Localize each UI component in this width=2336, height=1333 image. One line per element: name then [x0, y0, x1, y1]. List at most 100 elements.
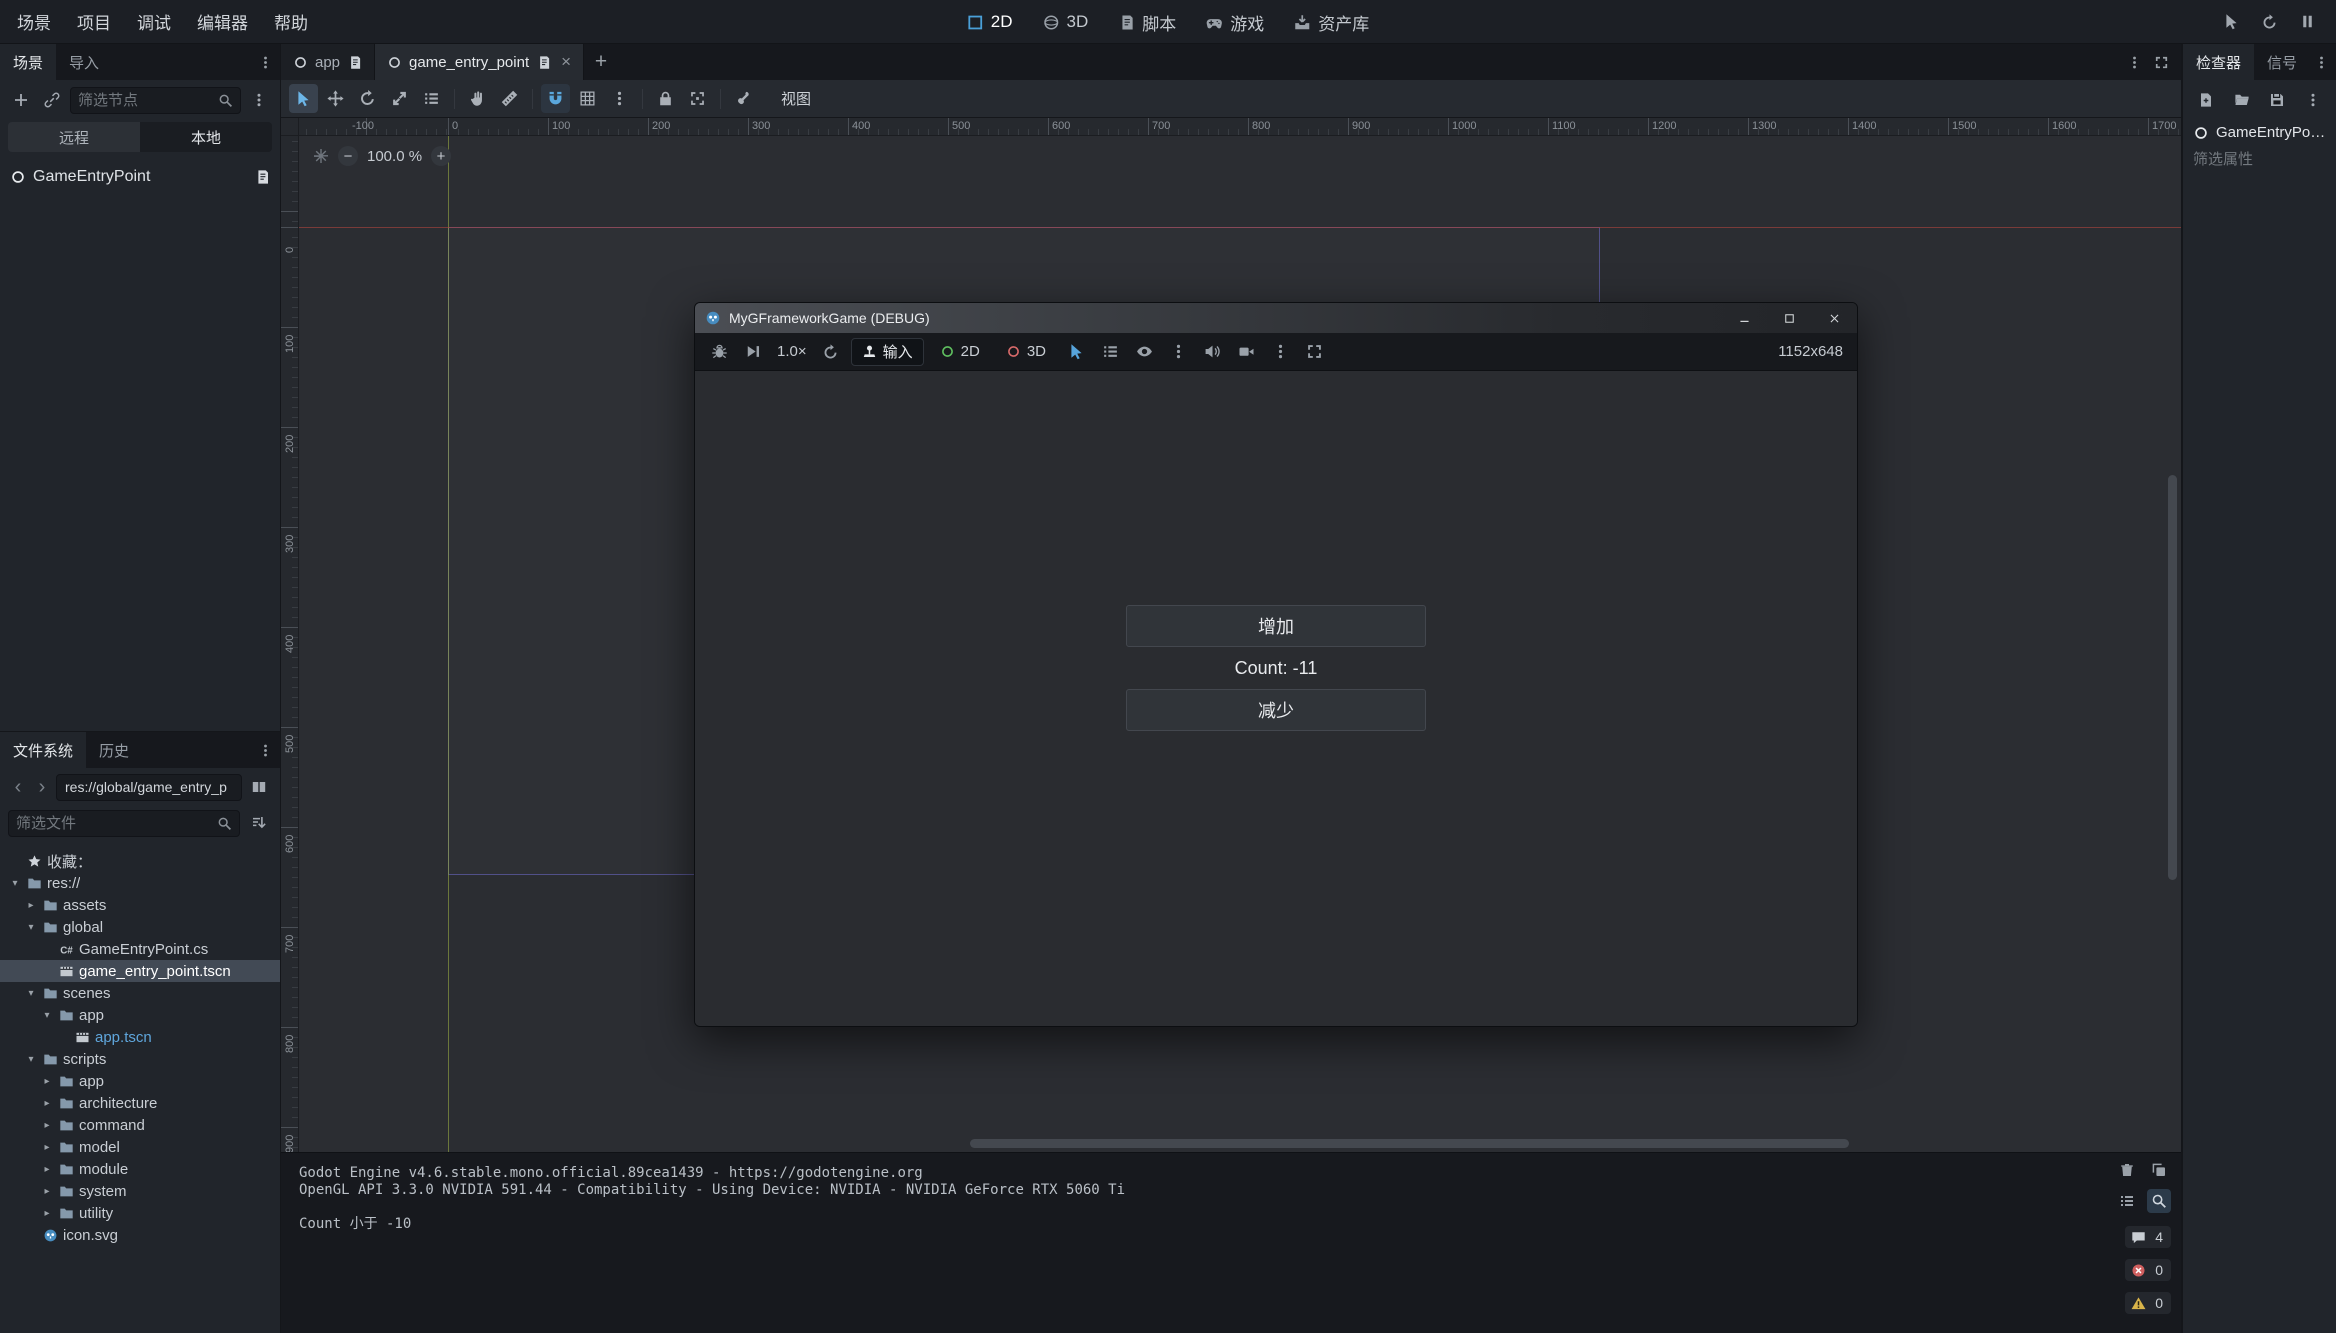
minimize-button[interactable]	[1722, 303, 1767, 333]
zoom-level[interactable]: 100.0 %	[367, 148, 422, 165]
mute-audio-button[interactable]	[1198, 338, 1226, 366]
load-resource-button[interactable]	[2229, 87, 2255, 113]
filter-files-field[interactable]	[8, 810, 240, 837]
smart-snap-toggle[interactable]	[541, 84, 570, 113]
expand-arrow-icon[interactable]: ▾	[24, 922, 38, 933]
2d-viewport-canvas[interactable]: − 100.0 % + MyGFrameworkGame (DEBUG) 1.0…	[299, 136, 2181, 1152]
close-tab-icon[interactable]: ×	[561, 52, 571, 72]
expand-arrow-icon[interactable]: ▾	[24, 1054, 38, 1065]
game-pick-button[interactable]	[2216, 7, 2246, 37]
save-resource-button[interactable]	[2265, 87, 2291, 113]
warnings-filter-badge[interactable]: 0	[2125, 1292, 2171, 1314]
fs-item-app.tscn[interactable]: app.tscn	[0, 1026, 280, 1048]
expand-arrow-icon[interactable]: ▸	[24, 900, 38, 911]
pan-mode-tool[interactable]	[463, 84, 492, 113]
game-restart-button[interactable]	[2254, 7, 2284, 37]
debug-options-menu[interactable]	[705, 338, 733, 366]
game-window-titlebar[interactable]: MyGFrameworkGame (DEBUG)	[695, 303, 1857, 333]
inspector-dock-tab-1[interactable]: 检查器	[2183, 44, 2254, 80]
list-select-tool[interactable]	[417, 84, 446, 113]
group-node-button[interactable]	[683, 84, 712, 113]
distraction-free-icon[interactable]	[2154, 55, 2169, 70]
lock-node-button[interactable]	[651, 84, 680, 113]
zoom-in-button[interactable]: +	[431, 146, 451, 166]
clear-output-button[interactable]	[2115, 1158, 2139, 1182]
workspace-script[interactable]: 脚本	[1104, 0, 1190, 44]
copy-output-button[interactable]	[2147, 1158, 2171, 1182]
expand-arrow-icon[interactable]: ▸	[40, 1186, 54, 1197]
sort-files-button[interactable]	[246, 810, 272, 836]
rotate-mode-tool[interactable]	[353, 84, 382, 113]
scene-tab-game_entry_point[interactable]: game_entry_point×	[375, 44, 584, 80]
horizontal-scrollbar[interactable]	[970, 1139, 1849, 1148]
new-scene-tab-button[interactable]: +	[584, 44, 618, 80]
scene-dock-tab-2[interactable]: 导入	[56, 44, 112, 80]
camera-options-menu[interactable]	[1266, 338, 1294, 366]
workspace-game[interactable]: 游戏	[1192, 0, 1278, 44]
fs-item-assets[interactable]: ▸assets	[0, 894, 280, 916]
close-button[interactable]	[1812, 303, 1857, 333]
reset-time-scale-button[interactable]	[817, 338, 845, 366]
filter-nodes-input[interactable]	[78, 92, 213, 109]
game-pause-button[interactable]	[2292, 7, 2322, 37]
camera-override-button[interactable]	[1232, 338, 1260, 366]
resource-options-menu[interactable]	[2300, 87, 2326, 113]
fs-item-scripts[interactable]: ▾scripts	[0, 1048, 280, 1070]
workspace-3d[interactable]: 3D	[1029, 0, 1103, 44]
camera-2d-toggle[interactable]: 2D	[930, 338, 990, 366]
inspector-dock-tab-2[interactable]: 信号	[2254, 44, 2310, 80]
errors-filter-badge[interactable]: 0	[2125, 1259, 2171, 1281]
input-mode-toggle[interactable]: 输入	[851, 338, 924, 366]
fs-item-model[interactable]: ▸model	[0, 1136, 280, 1158]
scene-source-remote[interactable]: 远程	[8, 122, 140, 152]
expand-arrow-icon[interactable]: ▸	[40, 1164, 54, 1175]
expand-arrow-icon[interactable]: ▸	[40, 1098, 54, 1109]
expand-arrow-icon[interactable]: ▸	[40, 1120, 54, 1131]
runtime-select-tool[interactable]	[1062, 338, 1090, 366]
fs-item-utility[interactable]: ▸utility	[0, 1202, 280, 1224]
filter-nodes-field[interactable]	[70, 87, 241, 114]
expand-arrow-icon[interactable]: ▸	[40, 1142, 54, 1153]
selection-list-tool[interactable]	[1096, 338, 1124, 366]
filesystem-dock-tab-1[interactable]: 文件系统	[0, 732, 86, 768]
scene-tree-options-button[interactable]	[246, 87, 272, 113]
current-path-field[interactable]	[56, 774, 242, 801]
scene-source-local[interactable]: 本地	[140, 122, 272, 152]
increase-button[interactable]: 增加	[1126, 605, 1426, 647]
expand-arrow-icon[interactable]: ▸	[40, 1208, 54, 1219]
embed-options-button[interactable]	[1300, 338, 1328, 366]
fs-item-global[interactable]: ▾global	[0, 916, 280, 938]
fs-item-module[interactable]: ▸module	[0, 1158, 280, 1180]
menu-item-3[interactable]: 调试	[124, 0, 184, 43]
messages-filter-badge[interactable]: 4	[2125, 1226, 2171, 1248]
scene-dock-tab-1[interactable]: 场景	[0, 44, 56, 80]
center-view-icon[interactable]	[313, 148, 329, 164]
vertical-scrollbar[interactable]	[2168, 475, 2177, 880]
expand-arrow-icon[interactable]: ▾	[40, 1010, 54, 1021]
split-view-button[interactable]	[246, 774, 272, 800]
next-frame-button[interactable]	[739, 338, 767, 366]
fs-item-icon.svg[interactable]: icon.svg	[0, 1224, 280, 1246]
scene-tab-app[interactable]: app	[281, 44, 375, 80]
history-back-button[interactable]: ‹	[8, 774, 28, 800]
game-view[interactable]: 增加 Count: -11 减少	[695, 371, 1857, 1026]
menu-item-5[interactable]: 帮助	[261, 0, 321, 43]
decrease-button[interactable]: 减少	[1126, 689, 1426, 731]
ruler-mode-tool[interactable]	[495, 84, 524, 113]
search-output-button[interactable]	[2147, 1189, 2171, 1213]
fs-item-app[interactable]: ▾app	[0, 1004, 280, 1026]
filter-properties-input[interactable]	[2193, 151, 2326, 168]
new-resource-button[interactable]	[2193, 87, 2219, 113]
scene-dock-menu-icon[interactable]	[258, 55, 273, 70]
instance-scene-button[interactable]	[39, 87, 65, 113]
select-mode-tool[interactable]	[289, 84, 318, 113]
grid-snap-toggle[interactable]	[573, 84, 602, 113]
scene-tabs-menu-icon[interactable]	[2127, 55, 2142, 70]
fs-item-res-[interactable]: ▾res://	[0, 872, 280, 894]
filter-files-input[interactable]	[16, 815, 212, 832]
maximize-button[interactable]	[1767, 303, 1812, 333]
zoom-out-button[interactable]: −	[338, 146, 358, 166]
selection-options-menu[interactable]	[1164, 338, 1192, 366]
skeleton-menu[interactable]	[729, 84, 758, 113]
fs-item-scenes[interactable]: ▾scenes	[0, 982, 280, 1004]
